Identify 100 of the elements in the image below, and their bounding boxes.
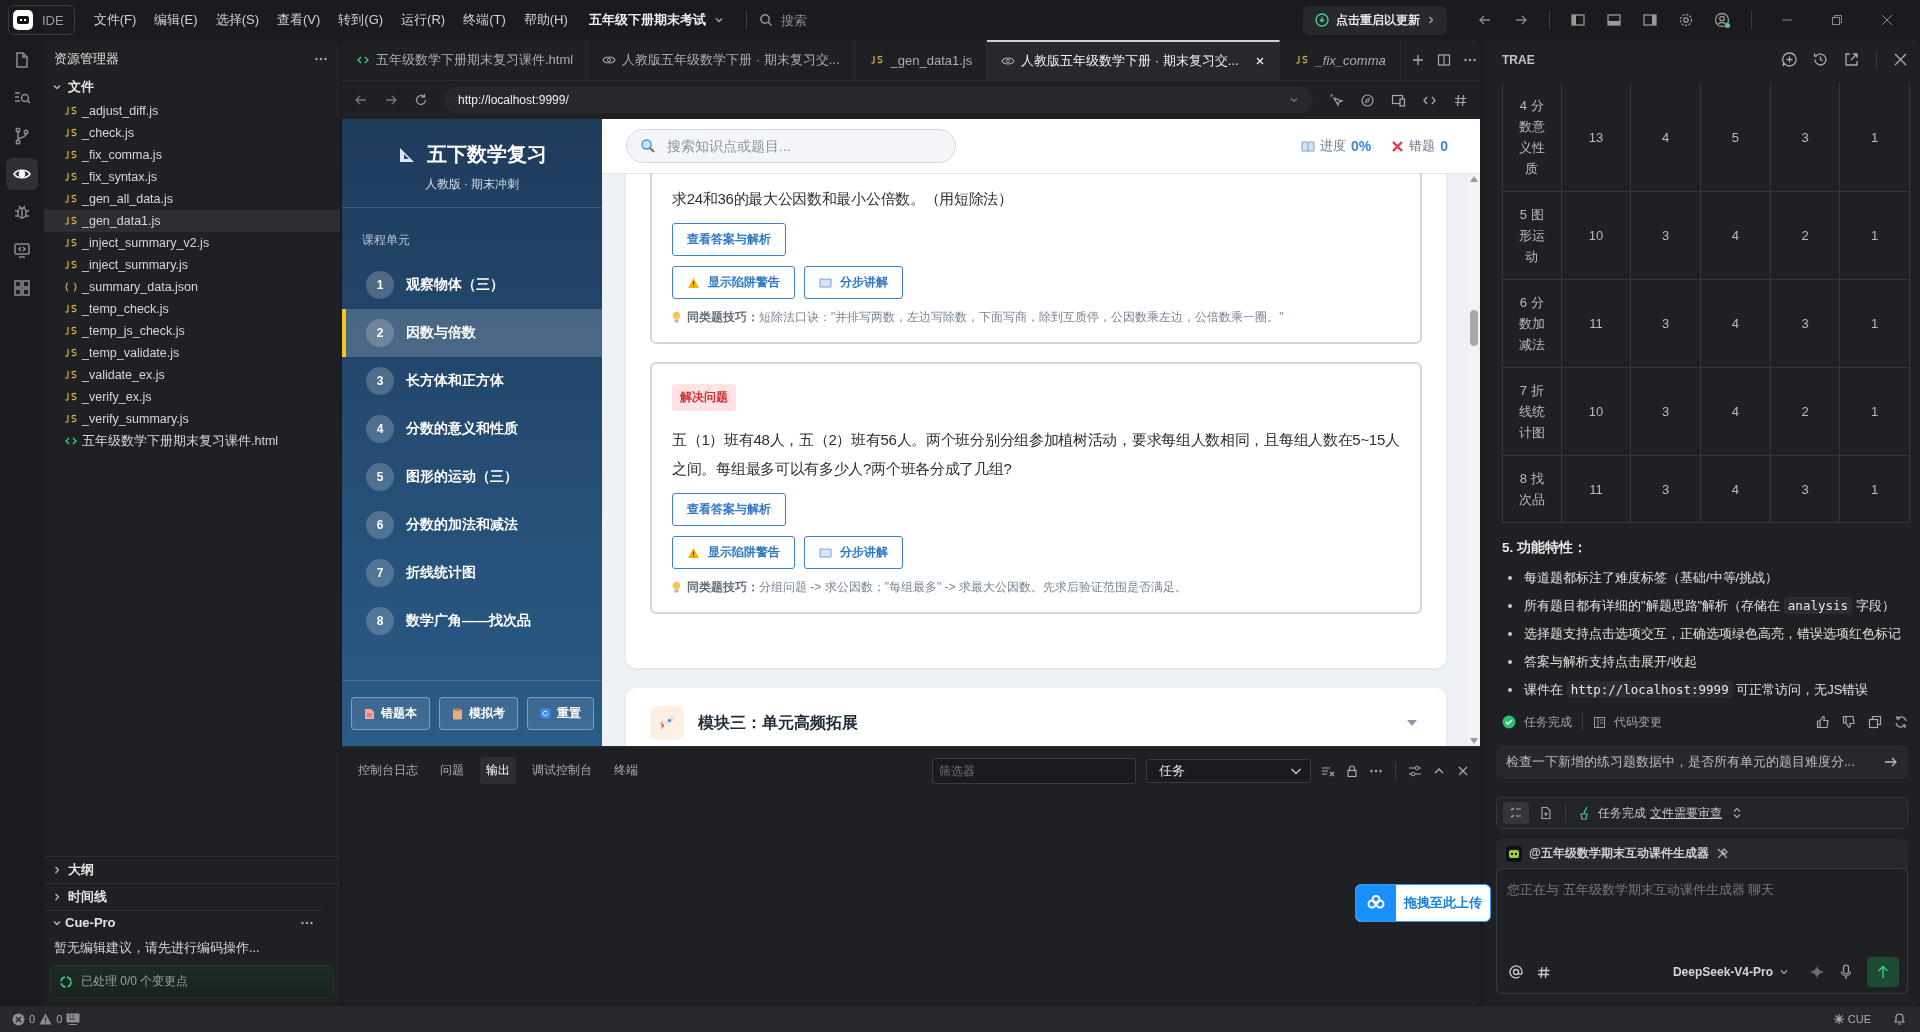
file-item[interactable]: _fix_comma.js <box>44 144 340 166</box>
file-item[interactable]: _gen_data1.js <box>44 210 340 232</box>
copy-icon[interactable] <box>1868 715 1882 729</box>
menu-item[interactable]: 帮助(H) <box>516 7 575 33</box>
upload-button[interactable]: 拖拽至此上传 <box>1355 884 1491 922</box>
nav-button[interactable]: 错题本 <box>350 697 430 730</box>
url-field[interactable]: http://localhost:9999/ <box>444 87 1313 113</box>
trap-warning-button[interactable]: 显示陷阱警告 <box>672 266 795 299</box>
hash-icon[interactable] <box>1453 92 1468 108</box>
file-item[interactable]: _validate_ex.js <box>44 364 340 386</box>
unit-nav-item[interactable]: 3 长方体和正方体 <box>342 357 602 405</box>
cue-status[interactable]: CUE <box>1847 1013 1871 1025</box>
checklist-icon[interactable] <box>1503 802 1529 824</box>
device-icon[interactable] <box>1391 92 1406 108</box>
module-header[interactable]: 模块三：单元高频拓展 <box>626 688 1446 746</box>
suggestion-button[interactable]: 检查一下新增的练习题数据中，是否所有单元的题目难度分... <box>1496 745 1908 779</box>
section-header[interactable]: Cue-Pro <box>44 910 322 934</box>
editor-tab[interactable]: 人教版五年级数学下册 · 期末复习交... <box>588 40 855 80</box>
thumbs-up-icon[interactable] <box>1816 715 1830 729</box>
new-chat-icon[interactable] <box>1781 51 1798 68</box>
panel-tab[interactable]: 调试控制台 <box>526 757 598 784</box>
left-panel-icon[interactable] <box>1570 12 1586 28</box>
terminal-icon[interactable] <box>66 1013 81 1025</box>
error-icon[interactable] <box>12 1012 25 1026</box>
panel-tab[interactable]: 控制台日志 <box>352 757 424 784</box>
mention-icon[interactable] <box>1509 965 1523 979</box>
close-icon[interactable] <box>1893 52 1908 67</box>
unit-nav-item[interactable]: 4 分数的意义和性质 <box>342 405 602 453</box>
caret-icon[interactable] <box>1289 95 1299 105</box>
file-item[interactable]: _inject_summary_v2.js <box>44 232 340 254</box>
editor-tab[interactable]: 人教版五年级数学下册 · 期末复习交... <box>987 40 1280 80</box>
restore-icon[interactable] <box>1830 13 1844 27</box>
add-icon[interactable] <box>1410 53 1425 67</box>
search-field[interactable]: 搜索 <box>778 11 923 29</box>
section-header[interactable]: 时间线 <box>44 883 340 910</box>
menu-item[interactable]: 选择(S) <box>208 7 266 33</box>
unit-nav-item[interactable]: 1 观察物体（三） <box>342 261 602 309</box>
split-editor-icon[interactable] <box>1436 53 1451 67</box>
menu-item[interactable]: 文件(F) <box>86 7 144 33</box>
file-item[interactable]: _temp_js_check.js <box>44 320 340 342</box>
reload-icon[interactable] <box>414 93 428 107</box>
compass-icon[interactable] <box>1360 92 1375 108</box>
editor-tab[interactable]: _fix_comma <box>1279 40 1401 80</box>
panel-tab[interactable]: 终端 <box>608 757 644 784</box>
thumbs-down-icon[interactable] <box>1842 715 1856 729</box>
search-icon[interactable] <box>758 13 773 27</box>
nav-button[interactable]: 重置 <box>526 697 594 730</box>
menu-item[interactable]: 编辑(E) <box>147 7 205 33</box>
external-link-icon[interactable] <box>1843 51 1860 68</box>
project-dropdown[interactable]: 五年级下册期末考试 <box>578 7 734 33</box>
answer-button[interactable]: 查看答案与解析 <box>672 493 786 526</box>
file-item[interactable]: _gen_all_data.js <box>44 188 340 210</box>
search-field[interactable]: 搜索知识点或题目... <box>626 129 956 163</box>
settings-icon[interactable] <box>1678 12 1694 28</box>
unit-nav-item[interactable]: 8 数学广角——找次品 <box>342 597 602 645</box>
error-count[interactable]: 0 <box>29 1013 36 1025</box>
asterisk-icon[interactable] <box>1832 1013 1845 1025</box>
file-item[interactable]: _verify_ex.js <box>44 386 340 408</box>
menu-item[interactable]: 转到(G) <box>331 7 391 33</box>
section-header[interactable]: 大纲 <box>44 856 340 883</box>
trap-warning-button[interactable]: 显示陷阱警告 <box>672 536 795 569</box>
file-item[interactable]: _fix_syntax.js <box>44 166 340 188</box>
file-item[interactable]: _inject_summary.js <box>44 254 340 276</box>
cursor-icon[interactable] <box>1329 92 1344 108</box>
file-item[interactable]: _verify_summary.js <box>44 408 340 430</box>
step-explain-button[interactable]: 分步讲解 <box>804 266 903 299</box>
history-icon[interactable] <box>1812 51 1829 68</box>
lock-icon[interactable] <box>1345 763 1359 778</box>
warning-icon[interactable] <box>39 1013 53 1025</box>
scroll-up-icon[interactable] <box>1470 176 1478 182</box>
nav-button[interactable]: 模拟考 <box>438 697 518 730</box>
code-changes-link[interactable]: 代码变更 <box>1614 713 1662 731</box>
warning-count[interactable]: 0 <box>56 1013 63 1025</box>
hash-icon[interactable] <box>1537 965 1550 979</box>
right-panel-icon[interactable] <box>1642 12 1658 28</box>
unit-nav-item[interactable]: 6 分数的加法和减法 <box>342 501 602 549</box>
back-arrow-icon[interactable] <box>354 93 368 107</box>
microphone-icon[interactable] <box>1839 964 1853 980</box>
account-icon[interactable] <box>1714 11 1731 29</box>
update-button[interactable]: 点击重启以更新 <box>1303 5 1447 35</box>
menu-item[interactable]: 终端(T) <box>456 7 513 33</box>
scrollbar[interactable] <box>1468 174 1480 746</box>
task-dropdown[interactable]: 任务 <box>1146 758 1311 783</box>
unit-nav-item[interactable]: 2 因数与倍数 <box>342 309 602 357</box>
panel-tab[interactable]: 输出 <box>480 757 516 784</box>
bottom-panel-icon[interactable] <box>1606 12 1622 28</box>
file-item[interactable]: _summary_data.json <box>44 276 340 298</box>
model-dropdown[interactable]: DeepSeek-V4-Pro <box>1666 964 1795 980</box>
forward-arrow-icon[interactable] <box>384 93 398 107</box>
editor-tab[interactable]: 五年级数学下册期末复习课件.html <box>342 40 589 80</box>
file-item[interactable]: _temp_check.js <box>44 298 340 320</box>
sort-icon[interactable] <box>1732 807 1742 819</box>
scrollbar-thumb[interactable] <box>1470 310 1478 346</box>
file-item[interactable]: _check.js <box>44 122 340 144</box>
unit-nav-item[interactable]: 7 折线统计图 <box>342 549 602 597</box>
preview-activity-icon[interactable] <box>6 158 38 190</box>
sliders-icon[interactable] <box>1408 763 1422 778</box>
sparkle-icon[interactable] <box>1809 964 1825 980</box>
review-link[interactable]: 文件需要审查 <box>1650 804 1722 822</box>
filter-field[interactable]: 筛选器 <box>932 757 1136 784</box>
